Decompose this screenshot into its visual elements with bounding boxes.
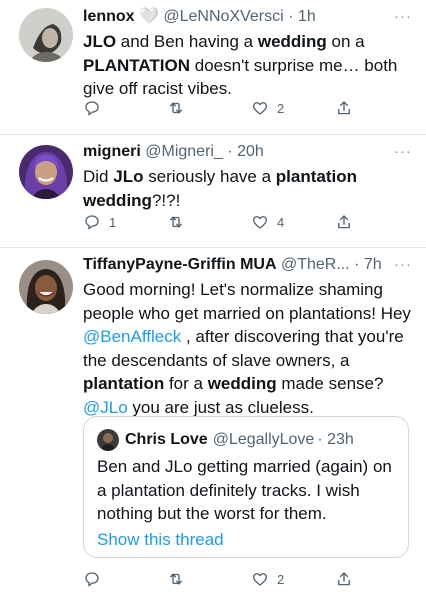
highlighted-keyword: plantation bbox=[83, 374, 165, 393]
tweet-text: Did JLo seriously have a plantation wedd… bbox=[83, 167, 357, 210]
quoted-tweet-text: Ben and JLo getting married (again) on a… bbox=[97, 457, 392, 523]
highlighted-keyword: wedding bbox=[257, 32, 327, 51]
reply-button[interactable] bbox=[83, 570, 109, 588]
retweet-icon bbox=[170, 216, 182, 228]
quoted-display-name: Chris Love bbox=[125, 431, 208, 448]
share-button[interactable] bbox=[335, 213, 353, 231]
tweet-actions: 2 bbox=[83, 570, 412, 592]
highlighted-keyword: JLO bbox=[83, 32, 117, 51]
highlighted-keyword: wedding bbox=[207, 374, 277, 393]
tweet-text: JLO and Ben having a wedding on a PLANTA… bbox=[83, 32, 398, 98]
tweet-time[interactable]: · 1h bbox=[288, 8, 316, 25]
heart-icon bbox=[252, 573, 268, 586]
quoted-avatar bbox=[97, 429, 119, 451]
reply-button[interactable]: 1 bbox=[83, 213, 116, 231]
more-options-icon[interactable]: ··· bbox=[390, 141, 412, 163]
tweet[interactable]: migneri @Migneri_ · 20h ··· Did JLo seri… bbox=[0, 135, 426, 248]
quoted-tweet-header: Chris Love @LegallyLove · 23h bbox=[97, 429, 395, 451]
retweet-icon bbox=[170, 102, 182, 114]
tweet-time[interactable]: · 7h bbox=[354, 256, 382, 273]
heart-badge-icon: 🤍 bbox=[139, 8, 159, 25]
quoted-tweet-time: · 23h bbox=[317, 431, 354, 448]
quoted-user-handle: @LegallyLove bbox=[212, 431, 315, 448]
tweet-time[interactable]: · 20h bbox=[227, 143, 263, 160]
like-count: 2 bbox=[277, 100, 285, 116]
tweet[interactable]: lennox 🤍 @LeNNoXVersci · 1h ··· JLO and … bbox=[0, 0, 426, 135]
reply-icon bbox=[85, 572, 99, 587]
display-name[interactable]: TiffanyPayne-Griffin MUA bbox=[83, 256, 277, 273]
reply-icon bbox=[85, 101, 99, 116]
like-button[interactable]: 4 bbox=[251, 213, 284, 231]
tweet-actions: 2 bbox=[83, 99, 412, 121]
share-button[interactable] bbox=[335, 99, 353, 117]
highlighted-keyword: PLANTATION bbox=[83, 55, 191, 75]
like-button[interactable]: 2 bbox=[251, 570, 284, 588]
retweet-button[interactable] bbox=[167, 570, 193, 588]
user-handle[interactable]: @Migneri_ bbox=[145, 143, 223, 160]
retweet-button[interactable] bbox=[167, 99, 193, 117]
reply-button[interactable] bbox=[83, 99, 109, 117]
tweet-header: lennox 🤍 @LeNNoXVersci · 1h ··· bbox=[83, 6, 412, 28]
like-button[interactable]: 2 bbox=[251, 99, 284, 117]
retweet-button[interactable] bbox=[167, 213, 193, 231]
share-button[interactable] bbox=[335, 570, 353, 588]
like-count: 2 bbox=[277, 571, 285, 587]
highlighted-keyword: JLo bbox=[113, 167, 144, 186]
avatar[interactable] bbox=[19, 145, 73, 199]
reply-count: 1 bbox=[109, 214, 117, 230]
show-thread-link[interactable]: Show this thread bbox=[97, 528, 395, 552]
avatar[interactable] bbox=[19, 8, 73, 62]
user-handle[interactable]: @LeNNoXVersci bbox=[163, 8, 283, 25]
display-name[interactable]: migneri bbox=[83, 143, 141, 160]
more-options-icon[interactable]: ··· bbox=[390, 6, 412, 28]
mention-link[interactable]: @BenAffleck bbox=[83, 327, 181, 346]
reply-icon bbox=[85, 215, 99, 230]
user-handle[interactable]: @TheR... bbox=[281, 256, 350, 273]
heart-icon bbox=[252, 102, 268, 115]
quoted-tweet[interactable]: Chris Love @LegallyLove · 23h Ben and JL… bbox=[83, 416, 409, 558]
display-name[interactable]: lennox bbox=[83, 8, 135, 25]
tweet-feed: lennox 🤍 @LeNNoXVersci · 1h ··· JLO and … bbox=[0, 0, 426, 600]
tweet-header: migneri @Migneri_ · 20h ··· bbox=[83, 141, 412, 163]
share-icon bbox=[338, 101, 350, 115]
share-icon bbox=[338, 215, 350, 229]
more-options-icon[interactable]: ··· bbox=[390, 254, 412, 276]
tweet-text: Good morning! Let's normalize shaming pe… bbox=[83, 280, 411, 417]
tweet-actions: 1 4 bbox=[83, 213, 412, 235]
mention-link[interactable]: @JLo bbox=[83, 398, 128, 417]
retweet-icon bbox=[170, 573, 182, 585]
tweet[interactable]: TiffanyPayne-Griffin MUA @TheR... · 7h ·… bbox=[0, 248, 426, 600]
avatar[interactable] bbox=[19, 260, 73, 314]
tweet-header: TiffanyPayne-Griffin MUA @TheR... · 7h ·… bbox=[83, 254, 412, 276]
share-icon bbox=[338, 572, 350, 586]
heart-icon bbox=[252, 216, 268, 229]
like-count: 4 bbox=[277, 214, 285, 230]
